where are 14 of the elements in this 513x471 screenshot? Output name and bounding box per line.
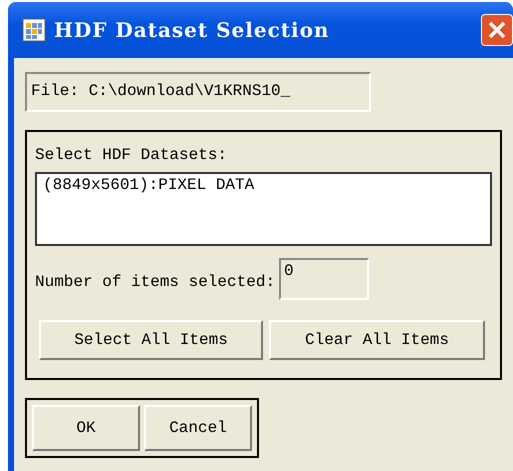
close-icon xyxy=(486,19,508,41)
selection-button[interactable]: Select All Items xyxy=(39,320,263,360)
count-label: Number of items selected: xyxy=(35,273,276,291)
close-button[interactable] xyxy=(481,14,513,46)
dataset-list[interactable]: (8849x5601):PIXEL DATA xyxy=(35,172,492,246)
dialog-button[interactable]: OK xyxy=(32,405,140,451)
file-path-field: File: C:\download\V1KRNS10_ xyxy=(25,72,371,112)
window-title: HDF Dataset Selection xyxy=(54,18,330,42)
grid-icon xyxy=(22,18,46,42)
dialog-button[interactable]: Cancel xyxy=(144,405,252,451)
dataset-item[interactable]: (8849x5601):PIXEL DATA xyxy=(43,176,484,194)
count-field: 0 xyxy=(279,258,370,300)
selection-button[interactable]: Clear All Items xyxy=(269,320,485,360)
datasets-label: Select HDF Datasets: xyxy=(35,146,228,164)
